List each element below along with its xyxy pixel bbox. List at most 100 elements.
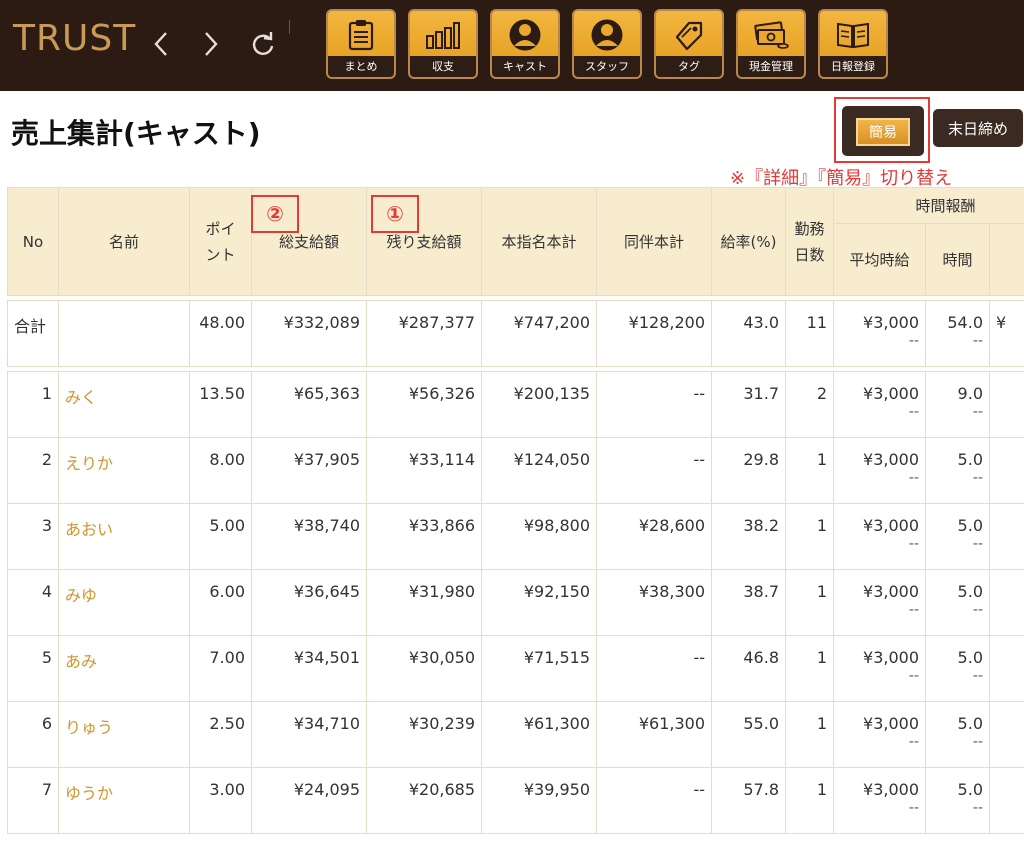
- app-logo[interactable]: TRUST: [13, 18, 136, 59]
- toolbar-label: 現金管理: [738, 56, 804, 77]
- cell-name[interactable]: りゅう: [58, 701, 190, 768]
- cell-hours-sub: --: [972, 536, 983, 552]
- total-label: 合計: [7, 300, 59, 367]
- chevron-left-icon: [154, 32, 167, 56]
- book-icon: [837, 22, 869, 49]
- cell-point: 13.50: [189, 371, 252, 438]
- cell-hours: 5.0 --: [925, 437, 990, 504]
- top-navigation-bar: TRUST まとめ 収支 キャスト スタッフ タグ 現金管理 日報登録: [0, 0, 1024, 91]
- toolbar-label: 収支: [410, 56, 476, 77]
- cell-total-pay: ¥34,501: [251, 635, 367, 702]
- toolbar-label: スタッフ: [574, 56, 640, 77]
- cell-name[interactable]: えりか: [58, 437, 190, 504]
- toolbar-daily-report-button[interactable]: 日報登録: [818, 9, 888, 79]
- reload-button[interactable]: [248, 26, 278, 62]
- cast-rows: 1 みく 13.50 ¥65,363 ¥56,326 ¥200,135 -- 31.7 2 ¥3,…: [7, 371, 1024, 834]
- cell-hours: 5.0 --: [925, 503, 990, 570]
- toolbar-summary-button[interactable]: まとめ: [326, 9, 396, 79]
- cell-name[interactable]: あおい: [58, 503, 190, 570]
- cell-hours-sub: --: [972, 404, 983, 420]
- total-point: 48.00: [189, 300, 252, 367]
- toolbar-income-button[interactable]: 収支: [408, 9, 478, 79]
- cell-hours-value: 5.0: [957, 516, 983, 535]
- back-button[interactable]: [146, 26, 176, 62]
- simple-mode-label: 簡易: [856, 118, 910, 146]
- cell-hours: 5.0 --: [925, 701, 990, 768]
- toolbar-cash-button[interactable]: 現金管理: [736, 9, 806, 79]
- cell-total-pay: ¥38,740: [251, 503, 367, 570]
- cell-avg-hourly-value: ¥3,000: [863, 450, 919, 469]
- cell-hours: 9.0 --: [925, 371, 990, 438]
- cell-avg-hourly: ¥3,000 --: [833, 437, 926, 504]
- cell-work-days: 1: [785, 437, 834, 504]
- cell-no: 5: [7, 635, 59, 702]
- month-end-close-button[interactable]: 末日締め: [933, 109, 1023, 147]
- cell-avg-hourly-sub: --: [908, 404, 919, 420]
- cell-point: 5.00: [189, 503, 252, 570]
- total-name: [58, 300, 190, 367]
- cell-pay-rate: 38.7: [711, 569, 786, 636]
- cell-designation: ¥92,150: [481, 569, 597, 636]
- cell-designation: ¥61,300: [481, 701, 597, 768]
- cell-point: 3.00: [189, 767, 252, 834]
- toolbar-label: 日報登録: [820, 56, 886, 77]
- cell-remaining-pay: ¥56,326: [366, 371, 482, 438]
- toolbar-tag-button[interactable]: タグ: [654, 9, 724, 79]
- total-pay-rate: 43.0: [711, 300, 786, 367]
- cell-point: 6.00: [189, 569, 252, 636]
- header-designation-total: 本指名本計: [481, 187, 597, 296]
- cell-avg-hourly-value: ¥3,000: [863, 714, 919, 733]
- cell-name[interactable]: みゆ: [58, 569, 190, 636]
- cell-avg-hourly-sub: --: [908, 668, 919, 684]
- cell-extra: [988, 701, 1024, 768]
- header-no: No: [7, 187, 59, 296]
- cell-name[interactable]: みく: [58, 371, 190, 438]
- simple-mode-button[interactable]: 簡易: [842, 106, 924, 156]
- cell-extra: [988, 569, 1024, 636]
- cell-extra: [988, 437, 1024, 504]
- cell-extra: [988, 503, 1024, 570]
- table-row: 1 みく 13.50 ¥65,363 ¥56,326 ¥200,135 -- 31.7 2 ¥3,…: [7, 371, 1024, 438]
- cell-point: 8.00: [189, 437, 252, 504]
- cell-avg-hourly-value: ¥3,000: [863, 648, 919, 667]
- cell-remaining-pay: ¥31,980: [366, 569, 482, 636]
- cell-avg-hourly-value: ¥3,000: [863, 780, 919, 799]
- chevron-right-icon: [205, 32, 218, 56]
- header-pay-rate: 給率(%): [711, 187, 786, 296]
- cell-work-days: 1: [785, 767, 834, 834]
- cell-hours-sub: --: [972, 800, 983, 816]
- forward-button[interactable]: [196, 26, 226, 62]
- cell-hours-value: 5.0: [957, 714, 983, 733]
- cell-pay-rate: 38.2: [711, 503, 786, 570]
- header-work-days: 勤務日数: [785, 187, 834, 296]
- cell-designation: ¥39,950: [481, 767, 597, 834]
- cell-name[interactable]: あみ: [58, 635, 190, 702]
- annotation-badge-1: ①: [371, 195, 419, 233]
- cell-extra: [988, 371, 1024, 438]
- total-avg-hourly-sub: --: [908, 333, 919, 349]
- cell-avg-hourly: ¥3,000 --: [833, 767, 926, 834]
- cell-accompany: ¥61,300: [596, 701, 712, 768]
- total-row: 合計 48.00 ¥332,089 ¥287,377 ¥747,200 ¥128…: [7, 300, 1024, 367]
- total-avg-hourly-value: ¥3,000: [863, 313, 919, 332]
- cell-name[interactable]: ゆうか: [58, 767, 190, 834]
- sales-table-container[interactable]: No 名前 ポイント 総支給額 残り支給額 本指名本計 同伴本計 給率(%) 勤…: [7, 187, 1024, 841]
- cell-avg-hourly: ¥3,000 --: [833, 701, 926, 768]
- cell-total-pay: ¥37,905: [251, 437, 367, 504]
- cell-hours: 5.0 --: [925, 569, 990, 636]
- bar-chart-icon: [426, 22, 460, 49]
- toolbar-cast-button[interactable]: キャスト: [490, 9, 560, 79]
- cell-hours-value: 5.0: [957, 450, 983, 469]
- cell-remaining-pay: ¥30,239: [366, 701, 482, 768]
- toolbar-staff-button[interactable]: スタッフ: [572, 9, 642, 79]
- cell-avg-hourly-value: ¥3,000: [863, 582, 919, 601]
- total-work-days: 11: [785, 300, 834, 367]
- cell-pay-rate: 29.8: [711, 437, 786, 504]
- cell-designation: ¥98,800: [481, 503, 597, 570]
- header-extra: [988, 223, 1024, 296]
- sales-table: No 名前 ポイント 総支給額 残り支給額 本指名本計 同伴本計 給率(%) 勤…: [7, 187, 1024, 834]
- table-row: 7 ゆうか 3.00 ¥24,095 ¥20,685 ¥39,950 -- 57.8 1 ¥3,0…: [7, 767, 1024, 834]
- cell-work-days: 1: [785, 569, 834, 636]
- total-extra: ¥: [988, 300, 1024, 367]
- cell-no: 1: [7, 371, 59, 438]
